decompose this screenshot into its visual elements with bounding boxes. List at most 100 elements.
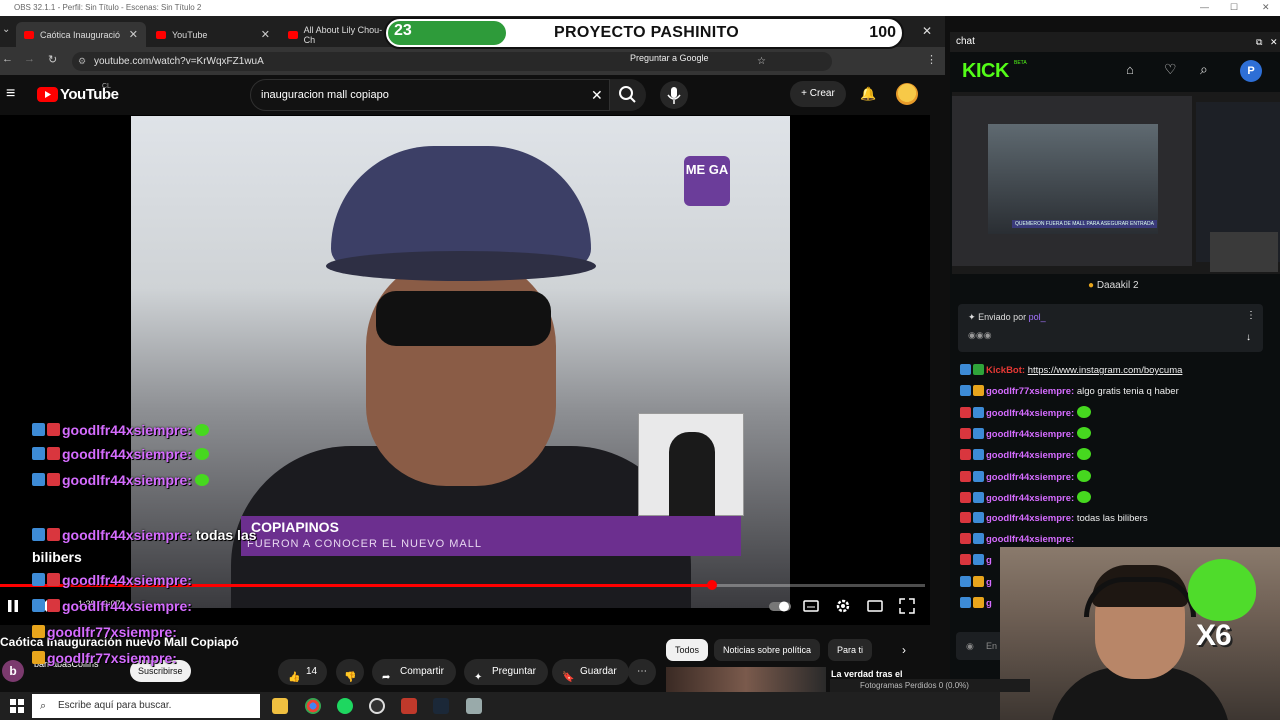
- minimize-icon[interactable]: —: [1200, 2, 1209, 12]
- obs-icon[interactable]: [369, 698, 385, 714]
- kick-logo[interactable]: KICK: [962, 60, 1009, 83]
- channel-avatar[interactable]: b: [2, 660, 24, 682]
- save-button[interactable]: 🔖 Guardar: [552, 659, 629, 685]
- chat-message: goodlfr77xsiempre: algo gratis tenia q h…: [960, 385, 1179, 397]
- chat-message: goodlfr44xsiempre:: [960, 427, 1091, 440]
- youtube-favicon-icon: [288, 30, 298, 39]
- stream-preview: QUEMERON FUERA DE MALL PARA ASEGURAR ENT…: [952, 92, 1280, 274]
- taskbar-search[interactable]: ⌕ Escribe aquí para buscar.: [32, 694, 260, 718]
- site-info-icon[interactable]: ⚙: [78, 52, 86, 71]
- voice-search-button[interactable]: [660, 81, 688, 109]
- chat-message: g: [960, 554, 992, 566]
- user-avatar[interactable]: P: [1240, 60, 1262, 82]
- recommended-thumbnail[interactable]: [666, 667, 826, 692]
- share-button[interactable]: ➦ Compartir: [372, 659, 456, 685]
- tab-label: All About Lily Chou-Ch: [303, 24, 383, 45]
- webcam-overlay: X6: [1000, 547, 1280, 720]
- emoji-icon[interactable]: ◉: [966, 632, 974, 660]
- pin-icon: ✦: [968, 312, 976, 322]
- forward-icon[interactable]: →: [24, 53, 35, 65]
- heart-icon[interactable]: ♡: [1164, 61, 1177, 78]
- ask-google-button[interactable]: Preguntar a Google: [630, 53, 709, 63]
- dislike-button[interactable]: 👎: [336, 659, 364, 685]
- steam-icon[interactable]: [433, 698, 449, 714]
- overlay-chat-line: goodlfr77xsiempre:: [32, 624, 177, 640]
- account-avatar[interactable]: [896, 83, 918, 105]
- address-bar: ← → ↻ ⚙ youtube.com/watch?v=KrWqxFZ1wuA …: [0, 47, 945, 75]
- mega-channel-logo: ME GA: [684, 156, 730, 206]
- theater-mode-icon[interactable]: [866, 597, 884, 615]
- taskbar-search-placeholder: Escribe aquí para buscar.: [58, 700, 172, 711]
- search-button[interactable]: [610, 79, 646, 111]
- more-actions-button[interactable]: ⋯: [628, 659, 656, 685]
- subtitles-icon[interactable]: [802, 597, 820, 615]
- youtube-favicon-icon: [156, 30, 166, 39]
- search-icon: ⌕: [40, 700, 47, 712]
- pinned-more-icon[interactable]: ⋮: [1246, 310, 1256, 321]
- goal-target: 100: [869, 24, 896, 41]
- notifications-bell-icon[interactable]: 🔔: [860, 86, 876, 102]
- pinned-label: ✦ Enviado por pol_: [968, 312, 1046, 322]
- tab-lily[interactable]: All About Lily Chou-Ch: [280, 22, 390, 47]
- chat-message: goodlfr44xsiempre:: [960, 491, 1091, 504]
- bookmark-star-icon[interactable]: ☆: [757, 52, 766, 71]
- file-explorer-icon[interactable]: [272, 698, 288, 714]
- pause-icon[interactable]: [4, 597, 22, 615]
- windows-start-icon[interactable]: [10, 699, 24, 713]
- menu-icon[interactable]: ⋮: [926, 53, 937, 66]
- tab-youtube[interactable]: YouTube ✕: [148, 22, 278, 47]
- tab-video[interactable]: Caótica Inauguració ✕: [16, 22, 146, 47]
- youtube-header: ≡ YouTube CL inauguracion mall copiapo ✕…: [0, 75, 945, 115]
- pinned-emotes: ◉◉◉: [968, 330, 992, 340]
- ask-button[interactable]: ✦ Preguntar: [464, 659, 548, 685]
- preview-webcam: [1210, 232, 1278, 272]
- close-icon[interactable]: ✕: [1262, 2, 1270, 13]
- window-close-icon[interactable]: ✕: [922, 24, 932, 38]
- like-button[interactable]: 👍 14: [278, 659, 328, 685]
- search-icon[interactable]: ⌕: [1200, 61, 1208, 78]
- reload-icon[interactable]: ↻: [48, 53, 57, 66]
- autoplay-toggle-icon[interactable]: [768, 597, 792, 615]
- share-icon: ➦: [382, 672, 391, 683]
- clear-search-icon[interactable]: ✕: [591, 80, 603, 110]
- chip-all[interactable]: Todos: [666, 639, 709, 661]
- obs-title: OBS 32.1.1 - Perfil: Sin Título - Escena…: [14, 3, 202, 12]
- create-label: Crear: [809, 88, 835, 99]
- dock-close-icon[interactable]: ✕: [1270, 32, 1278, 52]
- expand-down-icon[interactable]: ↓: [1246, 332, 1251, 343]
- fullscreen-icon[interactable]: [898, 597, 916, 615]
- kick-mascot-icon: [1188, 559, 1256, 621]
- app-icon[interactable]: [401, 698, 417, 714]
- overlay-chat-line: goodlfr44xsiempre:: [32, 598, 192, 614]
- search-input[interactable]: inauguracion mall copiapo ✕: [250, 79, 610, 111]
- preview-main: QUEMERON FUERA DE MALL PARA ASEGURAR ENT…: [952, 96, 1192, 266]
- country-code: CL: [102, 83, 111, 90]
- tab-list-icon[interactable]: ⌄: [2, 24, 10, 35]
- pinned-message[interactable]: ✦ Enviado por pol_ ◉◉◉ ⋮ ↓: [958, 304, 1263, 352]
- chip-politics-news[interactable]: Noticias sobre política: [714, 639, 821, 661]
- hamburger-menu-icon[interactable]: ≡: [6, 85, 15, 103]
- create-button[interactable]: + Crear: [790, 81, 846, 107]
- lower-third-subtitle: FUERON A CONOCER EL NUEVO MALL: [247, 538, 482, 550]
- tab-close-icon[interactable]: ✕: [261, 28, 270, 41]
- chat-message: g: [960, 576, 992, 588]
- chat-message: goodlfr44xsiempre:: [960, 470, 1091, 483]
- maximize-icon[interactable]: ☐: [1230, 2, 1238, 13]
- url-field[interactable]: ⚙ youtube.com/watch?v=KrWqxFZ1wuA ☆: [72, 52, 832, 71]
- tab-label: Caótica Inauguració: [40, 29, 121, 40]
- chrome-icon[interactable]: [305, 698, 321, 714]
- youtube-logo-icon[interactable]: [37, 87, 58, 102]
- app-icon[interactable]: [466, 698, 482, 714]
- sparkle-icon: ✦: [474, 672, 483, 683]
- chip-for-you[interactable]: Para ti: [828, 639, 873, 661]
- like-count: 14: [306, 666, 318, 677]
- chips-next-icon[interactable]: ›: [902, 643, 906, 657]
- tab-close-icon[interactable]: ✕: [129, 28, 138, 41]
- spotify-icon[interactable]: [337, 698, 353, 714]
- undock-icon[interactable]: ⧉: [1256, 32, 1262, 52]
- settings-gear-icon[interactable]: [834, 597, 852, 615]
- back-icon[interactable]: ←: [2, 53, 13, 65]
- more-dots-icon: ⋯: [637, 666, 647, 677]
- emote-icon: [194, 424, 209, 436]
- gift-icon[interactable]: ⌂: [1126, 62, 1134, 77]
